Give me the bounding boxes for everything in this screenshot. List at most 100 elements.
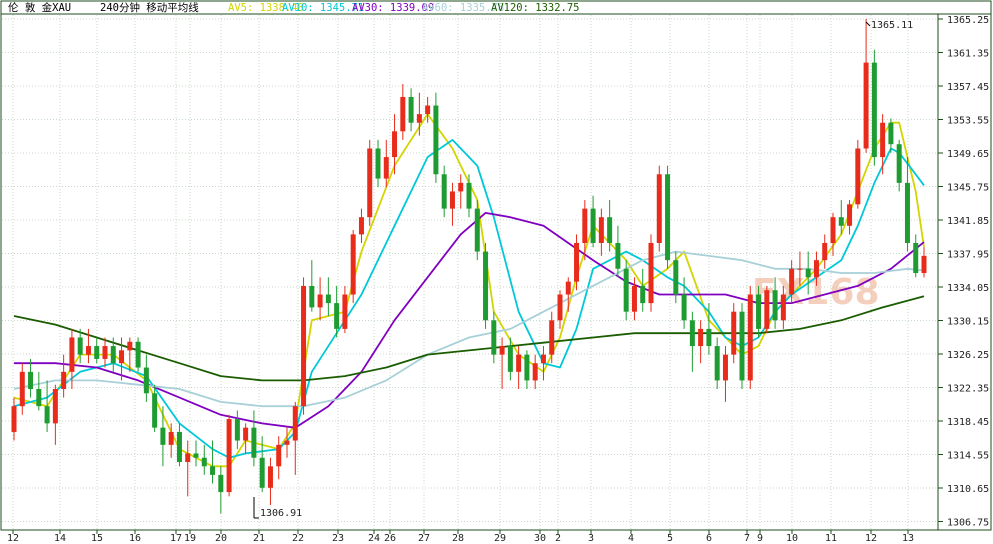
candle (483, 242, 489, 329)
candle-body (466, 182, 472, 209)
candle (871, 49, 877, 166)
candle-body (689, 320, 695, 347)
candle-body (574, 242, 580, 282)
candle (764, 285, 770, 334)
candle (143, 354, 149, 402)
candle-body (226, 419, 232, 493)
candle (722, 346, 728, 402)
candle (358, 208, 364, 243)
candle (896, 139, 902, 192)
candle (590, 195, 596, 248)
candle-body (855, 148, 861, 205)
instrument-title: 伦 敦 金XAU (8, 1, 71, 14)
candle (565, 277, 571, 312)
y-tick-label: 1353.55 (947, 116, 989, 127)
candle-body (276, 444, 282, 467)
candle-body (392, 131, 398, 158)
candle-body (433, 105, 439, 175)
candle-body (549, 320, 555, 355)
candle-body (780, 294, 786, 321)
candle-body (565, 281, 571, 295)
candle (193, 440, 199, 467)
candles (11, 18, 927, 514)
x-tick-label: 5 (667, 533, 673, 544)
candle (218, 466, 224, 514)
candle-body (400, 96, 406, 132)
period-title: 240分钟 移动平均线 (100, 1, 199, 14)
candle (400, 84, 406, 140)
candle-body (441, 174, 447, 209)
candle-body (110, 346, 116, 364)
candle-body (85, 346, 91, 355)
x-tick-label: 22 (292, 533, 304, 544)
candle (656, 165, 662, 252)
candle-body (665, 174, 671, 261)
candle-body (474, 208, 480, 252)
candle-body (838, 217, 844, 226)
candle (52, 384, 58, 445)
candle-body (631, 285, 637, 312)
candle-body (896, 144, 902, 183)
x-tick-label: 7 (744, 533, 750, 544)
candle-body (698, 328, 704, 347)
x-tick-label: 19 (184, 533, 196, 544)
candle (367, 139, 373, 226)
candle-body (425, 105, 431, 115)
candle-body (706, 328, 712, 347)
x-tick-label: 24 (368, 533, 380, 544)
candle-body (185, 453, 191, 463)
candle-body (152, 393, 158, 428)
x-tick-label: 26 (384, 533, 396, 544)
candle-body (888, 122, 894, 145)
header-legend: 伦 敦 金XAU 240分钟 移动平均线 AV5: 1338.48AV10: 1… (8, 1, 580, 14)
candle-body (789, 268, 795, 295)
candle-body (342, 294, 348, 329)
candle (267, 457, 273, 505)
candle-body (557, 294, 563, 321)
y-tick-label: 1361.35 (947, 49, 989, 60)
candle-body (921, 255, 927, 274)
candle-body (317, 294, 323, 308)
x-tick-label: 11 (825, 533, 837, 544)
candle (524, 350, 530, 390)
y-tick-label: 1310.65 (947, 484, 989, 495)
candle (44, 380, 50, 432)
candle-body (540, 354, 546, 364)
candle-body (28, 371, 34, 390)
x-axis: 12 14 15 16 17 19 20 21 22 23 24 26 27 28 29 30 2 3 4 5 6 7 9 1… (7, 530, 914, 544)
y-tick-label: 1357.45 (947, 82, 989, 93)
candle-body (483, 251, 489, 321)
candle-body (582, 208, 588, 243)
low-annotation: 1306.91 (260, 508, 302, 519)
y-tick-label: 1326.25 (947, 350, 989, 361)
candle-body (160, 427, 166, 445)
candle-body (127, 341, 133, 351)
candle-body (871, 62, 877, 158)
candle (623, 260, 629, 321)
candle-body (681, 294, 687, 321)
y-tick-label: 1349.65 (947, 149, 989, 160)
candle (689, 311, 695, 372)
candle (350, 230, 356, 304)
candle-body (449, 191, 455, 209)
candle-body (904, 182, 910, 243)
candle-body (656, 174, 662, 243)
candle-body (747, 294, 753, 381)
candle-body (797, 268, 803, 270)
candle-body (143, 367, 149, 394)
candle-body (292, 406, 298, 441)
x-tick-label: 10 (786, 533, 798, 544)
candle-body (251, 427, 257, 458)
y-tick-label: 1345.75 (947, 183, 989, 194)
candle-body (334, 303, 340, 329)
candle-body (383, 157, 389, 179)
candle-body (135, 341, 141, 368)
candle (540, 346, 546, 381)
price-chart: FX168 1365.11 1306.91 1365.251361.351357… (0, 0, 992, 544)
y-tick-label: 1318.45 (947, 417, 989, 428)
candle-body (880, 122, 886, 158)
candle (449, 182, 455, 226)
x-tick-label: 13 (902, 533, 914, 544)
y-tick-label: 1365.25 (947, 15, 989, 26)
candle (408, 88, 414, 132)
